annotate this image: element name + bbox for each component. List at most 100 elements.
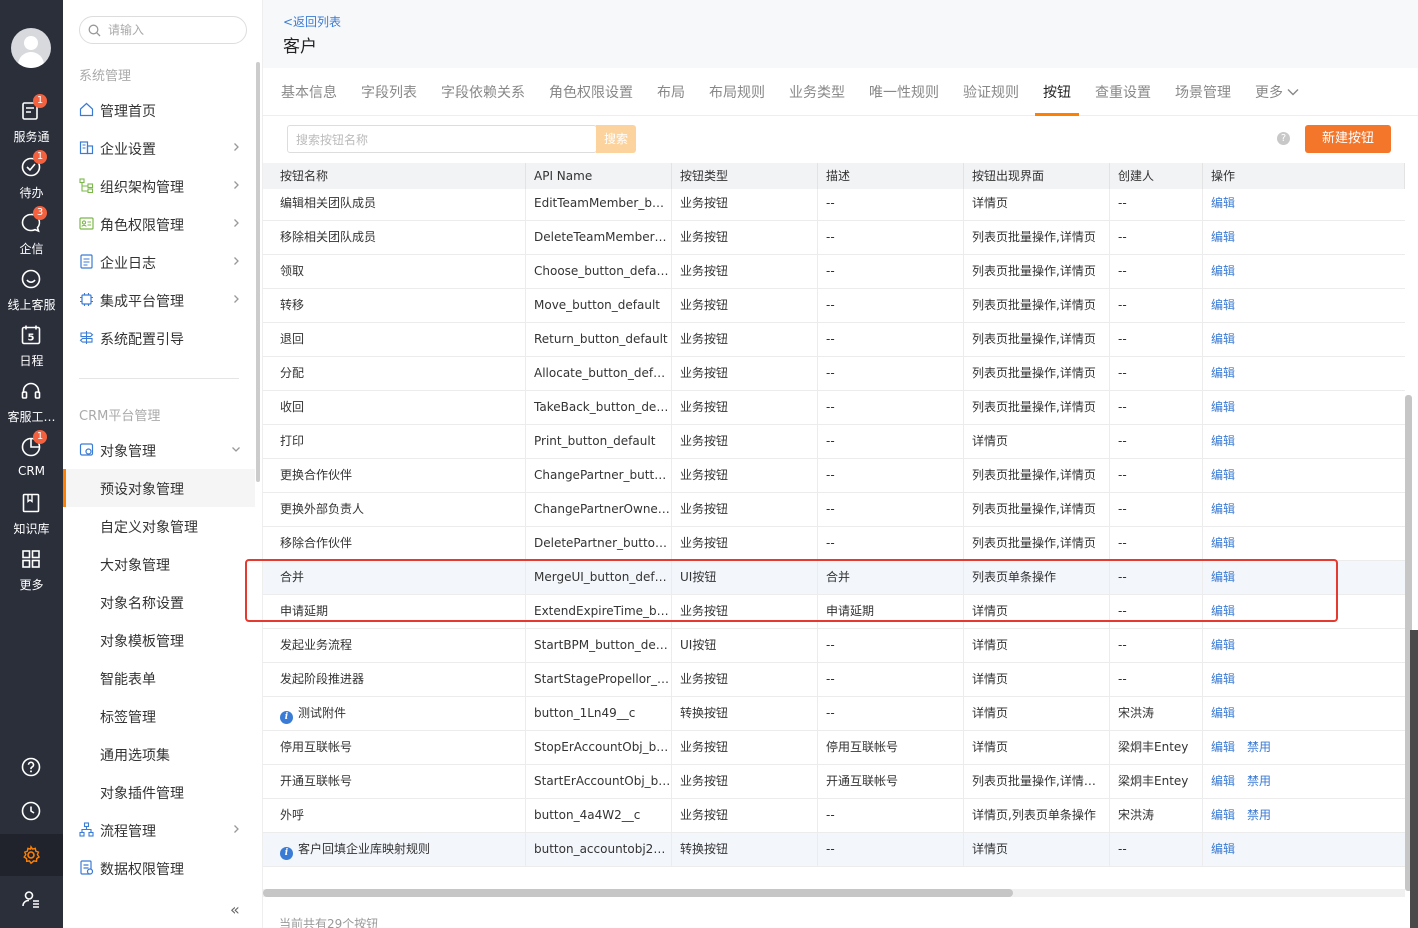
sidebar-item-role[interactable]: 角色权限管理 (63, 205, 255, 243)
table-row[interactable]: 更换合作伙伴 ChangePartner_butto… 业务按钮 -- 列表页批量操作,… (263, 459, 1405, 493)
sidebar-item-log[interactable]: 企业日志 (63, 243, 255, 281)
tab[interactable]: 字段依赖关系 (441, 82, 525, 102)
table-row[interactable]: 编辑相关团队成员 EditTeamMember_bu… 业务按钮 -- 详情页 -- 编辑 (263, 187, 1405, 221)
rail-item-book[interactable]: 知识库 (0, 492, 63, 548)
rail-item-headset[interactable]: 客服工… (0, 380, 63, 436)
table-row[interactable]: i 客户回填企业库映射规则 button_accountobj2e… 转换按钮 -- 详情… (263, 833, 1405, 867)
column-header[interactable]: 按钮名称 (272, 163, 526, 189)
sidebar-subitem[interactable]: 对象插件管理 (63, 773, 255, 811)
tab[interactable]: 业务类型 (789, 82, 845, 102)
sidebar-subitem[interactable]: 通用选项集 (63, 735, 255, 773)
tab[interactable]: 布局 (657, 82, 685, 102)
sidebar-item-object-mgmt[interactable]: 对象管理 (63, 431, 255, 469)
tab[interactable]: 更多 (1255, 82, 1299, 102)
tab[interactable]: 基本信息 (281, 82, 337, 102)
disable-link[interactable]: 禁用 (1247, 774, 1271, 788)
history-rail-button[interactable] (0, 790, 63, 832)
sidebar-subitem[interactable]: 对象名称设置 (63, 583, 255, 621)
table-row[interactable]: i 测试附件 button_1Ln49__c 转换按钮 -- 详情页 宋洪涛 编辑 (263, 697, 1405, 731)
edit-link[interactable]: 编辑 (1211, 774, 1235, 788)
table-row[interactable]: 转移 Move_button_default 业务按钮 -- 列表页批量操作,详情页 --… (263, 289, 1405, 323)
edit-link[interactable]: 编辑 (1211, 434, 1235, 448)
sidebar-subitem[interactable]: 预设对象管理 (63, 469, 255, 507)
tab[interactable]: 唯一性规则 (869, 82, 939, 102)
edit-link[interactable]: 编辑 (1211, 706, 1235, 720)
edit-link[interactable]: 编辑 (1211, 298, 1235, 312)
sidebar-search-input[interactable] (108, 21, 238, 39)
column-header[interactable]: API Name (526, 163, 672, 189)
rail-item-grid[interactable]: 更多 (0, 548, 63, 604)
edit-link[interactable]: 编辑 (1211, 332, 1235, 346)
edit-link[interactable]: 编辑 (1211, 842, 1235, 856)
disable-link[interactable]: 禁用 (1247, 740, 1271, 754)
sidebar-item-guide[interactable]: 系统配置引导 (63, 319, 255, 357)
help-rail-button[interactable] (0, 746, 63, 788)
sidebar-subitem[interactable]: 对象模板管理 (63, 621, 255, 659)
edit-link[interactable]: 编辑 (1211, 196, 1235, 210)
table-row[interactable]: 收回 TakeBack_button_de… 业务按钮 -- 列表页批量操作,详情页 --… (263, 391, 1405, 425)
edit-link[interactable]: 编辑 (1211, 536, 1235, 550)
rail-item-chat[interactable]: 线上客服 (0, 268, 63, 324)
button-search-input[interactable] (296, 131, 586, 149)
sidebar-search[interactable] (79, 16, 247, 44)
edit-link[interactable]: 编辑 (1211, 468, 1235, 482)
sidebar-subitem[interactable]: 智能表单 (63, 659, 255, 697)
collapse-sidebar-button[interactable]: « (230, 900, 240, 919)
edit-link[interactable]: 编辑 (1211, 400, 1235, 414)
column-header[interactable]: 创建人 (1110, 163, 1203, 189)
tab[interactable]: 查重设置 (1095, 82, 1151, 102)
rail-item-service[interactable]: 1 服务通 (0, 94, 63, 156)
sidebar-item-data-permission[interactable]: 数据权限管理 (63, 849, 255, 887)
tab[interactable]: 布局规则 (709, 82, 765, 102)
sidebar-subitem[interactable]: 自定义对象管理 (63, 507, 255, 545)
column-header[interactable]: 按钮出现界面 (964, 163, 1110, 189)
table-row[interactable]: 发起阶段推进器 StartStagePropellor_… 业务按钮 -- 详情页 -- 编… (263, 663, 1405, 697)
rail-item-crm[interactable]: 1 CRM (0, 430, 63, 492)
sidebar-item-home[interactable]: 管理首页 (63, 91, 255, 129)
tab[interactable]: 字段列表 (361, 82, 417, 102)
column-header[interactable]: 按钮类型 (672, 163, 818, 189)
table-row[interactable]: 领取 Choose_button_default 业务按钮 -- 列表页批量操作,详情页… (263, 255, 1405, 289)
column-header[interactable]: 描述 (818, 163, 964, 189)
edit-link[interactable]: 编辑 (1211, 740, 1235, 754)
edit-link[interactable]: 编辑 (1211, 672, 1235, 686)
edit-link[interactable]: 编辑 (1211, 638, 1235, 652)
tab[interactable]: 验证规则 (963, 82, 1019, 102)
table-row[interactable]: 外呼 button_4a4W2__c 业务按钮 -- 详情页,列表页单条操作 宋洪涛 编辑禁… (263, 799, 1405, 833)
rail-item-todo[interactable]: 1 待办 (0, 150, 63, 212)
disable-link[interactable]: 禁用 (1247, 808, 1271, 822)
info-icon[interactable]: i (280, 847, 293, 860)
sidebar-item-building[interactable]: 企业设置 (63, 129, 255, 167)
table-row[interactable]: 分配 Allocate_button_default 业务按钮 -- 列表页批量操作,详… (263, 357, 1405, 391)
table-row[interactable]: 退回 Return_button_default 业务按钮 -- 列表页批量操作,详情页… (263, 323, 1405, 357)
edit-link[interactable]: 编辑 (1211, 264, 1235, 278)
sidebar-item-chip[interactable]: 集成平台管理 (63, 281, 255, 319)
table-row[interactable]: 开通互联帐号 StartErAccountObj_b… 业务按钮 开通互联帐号 列表页批… (263, 765, 1405, 799)
avatar[interactable] (11, 28, 51, 68)
table-row[interactable]: 更换外部负责人 ChangePartnerOwne… 业务按钮 -- 列表页批量操作,详… (263, 493, 1405, 527)
tab[interactable]: 按钮 (1043, 82, 1071, 102)
settings-rail-button[interactable] (0, 834, 63, 876)
edit-link[interactable]: 编辑 (1211, 366, 1235, 380)
rail-item-calendar[interactable]: 5 日程 (0, 324, 63, 380)
sidebar-item-flow-mgmt[interactable]: 流程管理 (63, 811, 255, 849)
sidebar-subitem[interactable]: 标签管理 (63, 697, 255, 735)
new-button-button[interactable]: 新建按钮 (1305, 125, 1391, 153)
column-header[interactable]: 操作 (1203, 163, 1405, 189)
rail-item-message[interactable]: 3 企信 (0, 206, 63, 268)
table-row[interactable]: 移除合作伙伴 DeletePartner_button… 业务按钮 -- 列表页批量操作… (263, 527, 1405, 561)
search-button[interactable]: 搜索 (596, 125, 636, 153)
tab[interactable]: 角色权限设置 (549, 82, 633, 102)
tab[interactable]: 场景管理 (1175, 82, 1231, 102)
table-row[interactable]: 停用互联帐号 StopErAccountObj_b… 业务按钮 停用互联帐号 详情页 梁炯… (263, 731, 1405, 765)
horizontal-scrollbar-thumb[interactable] (263, 889, 1013, 897)
button-search-box[interactable] (287, 125, 597, 153)
sidebar-item-org[interactable]: 组织架构管理 (63, 167, 255, 205)
table-row[interactable]: 移除相关团队成员 DeleteTeamMember_… 业务按钮 -- 列表页批量操作,… (263, 221, 1405, 255)
sidebar-subitem[interactable]: 大对象管理 (63, 545, 255, 583)
help-icon[interactable]: ? (1277, 132, 1290, 145)
back-to-list-link[interactable]: <返回列表 (283, 13, 341, 30)
info-icon[interactable]: i (280, 711, 293, 724)
table-row[interactable]: 打印 Print_button_default 业务按钮 -- 详情页 -- 编辑 (263, 425, 1405, 459)
edit-link[interactable]: 编辑 (1211, 502, 1235, 516)
